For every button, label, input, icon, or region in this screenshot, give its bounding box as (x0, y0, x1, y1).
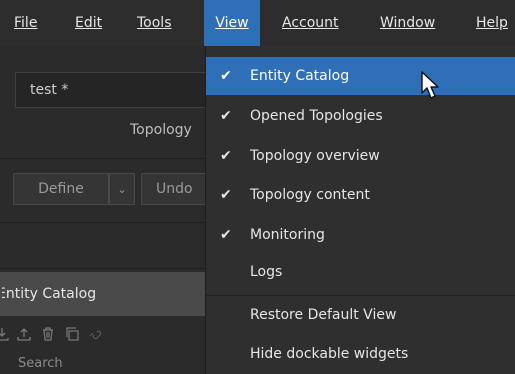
menu-tools[interactable]: Tools (137, 0, 172, 46)
menu-item-restore-default-view[interactable]: Restore Default View (206, 296, 515, 334)
import-icon[interactable] (0, 326, 10, 342)
copy-icon[interactable] (64, 326, 80, 342)
chevron-down-icon: ⌄ (117, 183, 127, 196)
define-dropdown-button[interactable]: ⌄ (109, 173, 135, 205)
export-icon[interactable] (16, 326, 32, 342)
catalog-search-input[interactable]: Search (18, 356, 63, 371)
menu-account[interactable]: Account (282, 0, 339, 46)
define-button[interactable]: Define (13, 173, 109, 205)
divider (0, 158, 205, 159)
menu-item-entity-catalog[interactable]: ✔ Entity Catalog (206, 57, 515, 95)
menu-item-topology-overview[interactable]: ✔ Topology overview (206, 137, 515, 175)
check-icon: ✔ (220, 227, 232, 243)
menu-file[interactable]: File (14, 0, 37, 46)
divider (0, 268, 205, 269)
menu-view[interactable]: View (204, 0, 260, 46)
menu-item-monitoring[interactable]: ✔ Monitoring (206, 216, 515, 254)
catalog-toolbar (0, 318, 205, 350)
check-icon: ✔ (220, 108, 232, 124)
menu-bar: File Edit Tools View Account Window Help (0, 0, 515, 46)
menu-window[interactable]: Window (380, 0, 435, 46)
view-menu-dropdown: ✔ Entity Catalog ✔ Opened Topologies ✔ T… (205, 46, 515, 374)
menu-edit[interactable]: Edit (75, 0, 102, 46)
check-icon: ✔ (220, 148, 232, 164)
check-icon: ✔ (220, 68, 232, 84)
link-icon[interactable] (88, 326, 104, 342)
entity-catalog-title: Entity Catalog (0, 286, 97, 302)
undo-button[interactable]: Undo (141, 173, 205, 205)
menu-item-logs[interactable]: Logs (206, 253, 515, 291)
menu-item-opened-topologies[interactable]: ✔ Opened Topologies (206, 97, 515, 135)
divider (0, 222, 205, 223)
menu-item-hide-dockable-widgets[interactable]: Hide dockable widgets (206, 335, 515, 373)
topology-label: Topology (130, 122, 192, 138)
menu-item-topology-content[interactable]: ✔ Topology content (206, 176, 515, 214)
mouse-cursor-icon (421, 71, 439, 99)
menu-help[interactable]: Help (476, 0, 508, 46)
delete-icon[interactable] (40, 326, 56, 342)
check-icon: ✔ (220, 187, 232, 203)
topology-name: test * (30, 82, 69, 98)
